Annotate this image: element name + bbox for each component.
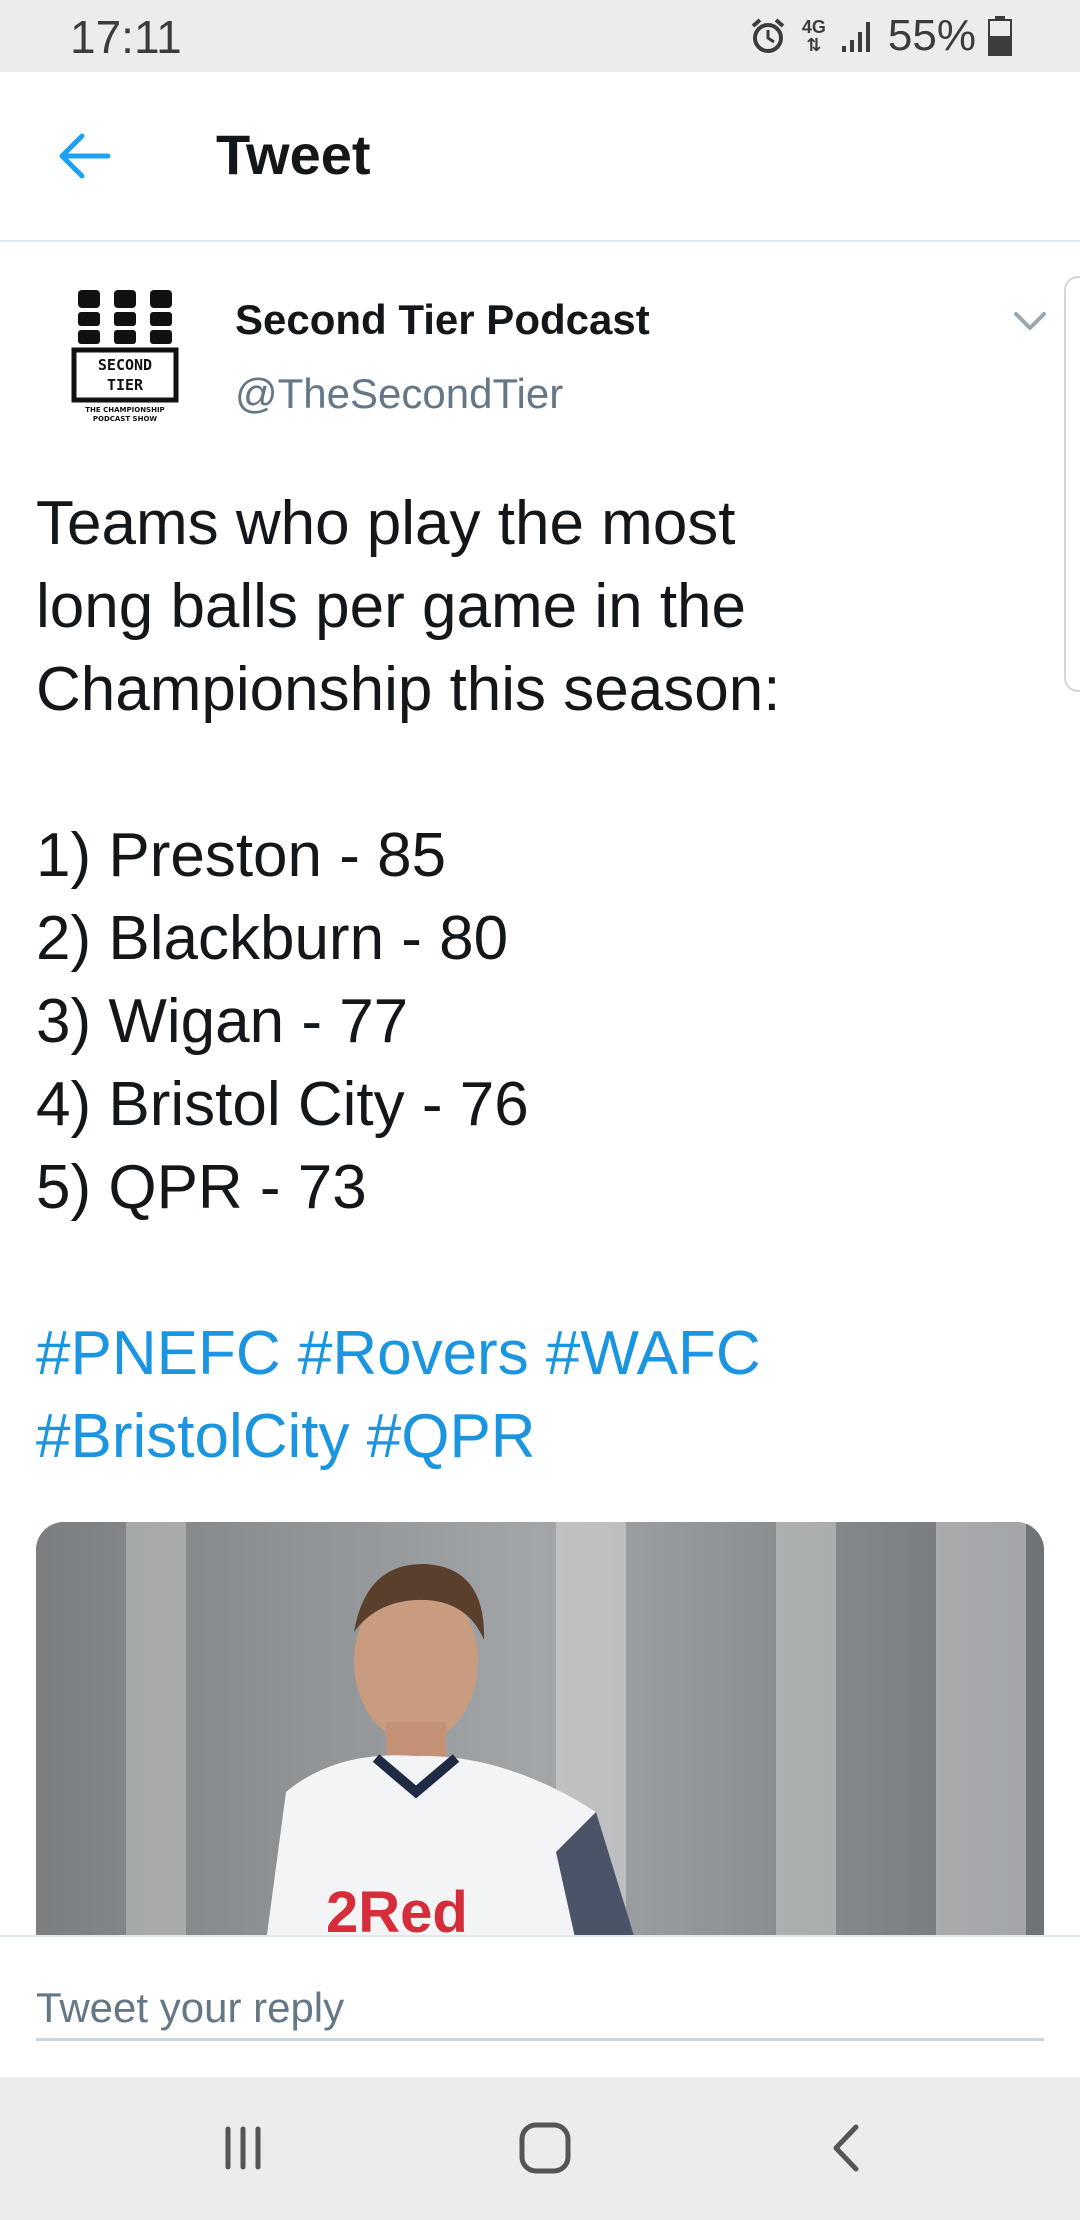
list-item: 3) Wigan - 77 (36, 987, 409, 1056)
media-photo: 2Red (36, 1522, 1044, 1942)
tweet-text-line: long balls per game in the (36, 572, 747, 641)
list-item: 2) Blackburn - 80 (36, 904, 509, 973)
media-sponsor-text: 2Red (326, 1880, 468, 1942)
status-bar: 17:11 4G ⇅ 55% (0, 0, 1080, 72)
data-arrows-icon: ⇅ (806, 35, 822, 55)
reply-input[interactable] (36, 1977, 1044, 2041)
app-header: Tweet (0, 72, 1080, 242)
status-time: 17:11 (70, 11, 182, 63)
logo-text-line3: THE CHAMPIONSHIP (85, 406, 164, 414)
list-item: 1) Preston - 85 (36, 821, 447, 890)
author-handle[interactable]: @TheSecondTier (235, 370, 563, 418)
logo-text-line1: SECOND (98, 356, 152, 374)
tweet-text-line: Championship this season: (36, 655, 781, 724)
hashtag-line[interactable]: #PNEFC #Rovers #WAFC (36, 1312, 1036, 1395)
network-4g-icon: 4G ⇅ (800, 18, 828, 54)
chevron-down-icon[interactable] (1010, 300, 1050, 340)
hashtag-line[interactable]: #BristolCity #QPR (36, 1395, 1036, 1478)
tweet-text: Teams who play the most long balls per g… (36, 482, 1036, 1478)
status-icons: 4G ⇅ 55% (748, 10, 1012, 62)
alarm-icon (751, 18, 785, 53)
battery-percent: 55% (887, 11, 976, 60)
scrollbar-edge (1064, 276, 1080, 692)
tweet-media-image[interactable]: 2Red (36, 1522, 1044, 1942)
tweet-text-line: Teams who play the most (36, 489, 736, 558)
author-name[interactable]: Second Tier Podcast (235, 296, 650, 344)
logo-text-line4: PODCAST SHOW (93, 415, 158, 423)
list-item: 4) Bristol City - 76 (36, 1070, 529, 1139)
avatar[interactable]: SECOND TIER THE CHAMPIONSHIP PODCAST SHO… (60, 280, 190, 430)
signal-icon (841, 22, 870, 52)
reply-bar (0, 1935, 1080, 2077)
recent-apps-icon[interactable] (208, 2113, 278, 2183)
list-item: 5) QPR - 73 (36, 1153, 367, 1222)
home-icon[interactable] (510, 2113, 580, 2183)
nav-back-icon[interactable] (812, 2113, 882, 2183)
page-title: Tweet (216, 123, 371, 186)
network-label: 4G (801, 17, 826, 37)
logo-text-line2: TIER (107, 376, 144, 394)
arrow-left-icon[interactable] (52, 122, 120, 190)
system-nav-bar (0, 2077, 1080, 2220)
battery-icon (988, 16, 1012, 56)
